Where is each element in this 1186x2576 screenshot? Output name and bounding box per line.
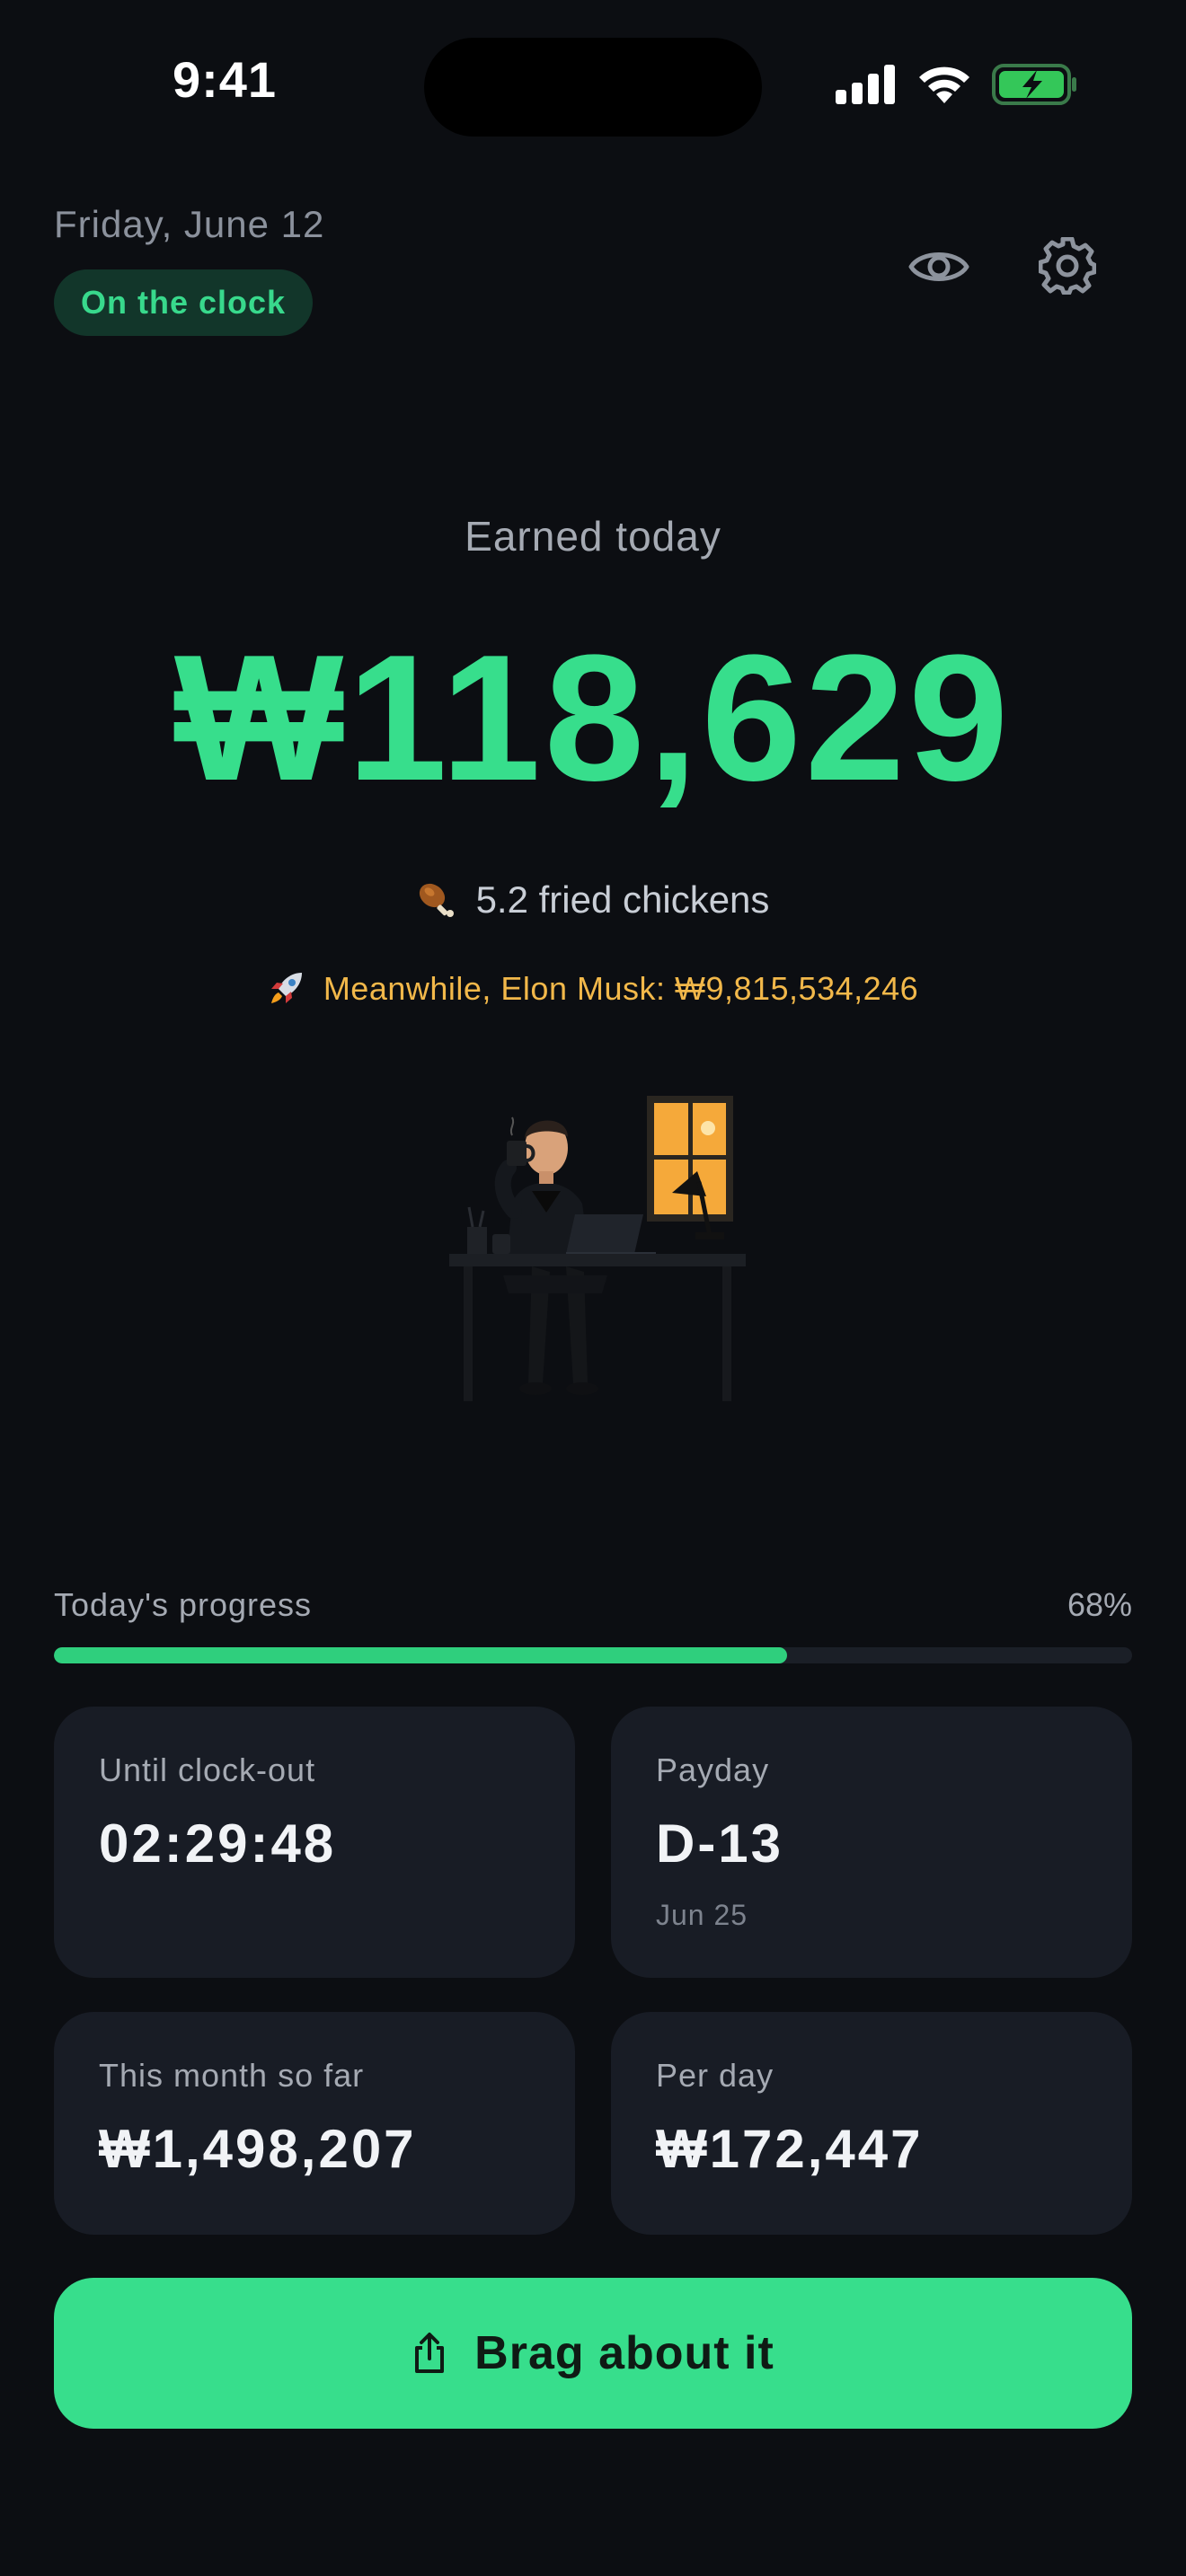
desk-illustration — [449, 1096, 746, 1401]
eye-icon — [908, 252, 969, 281]
month-so-far-label: This month so far — [99, 2057, 365, 2094]
progress-label: Today's progress — [54, 1586, 313, 1623]
wifi-icon — [919, 66, 969, 103]
status-icons — [836, 57, 1078, 111]
per-day-label: Per day — [656, 2057, 774, 2094]
month-so-far-value: ₩1,498,207 — [99, 2119, 417, 2179]
battery-charging-icon — [992, 64, 1076, 105]
clock-out-card: Until clock-out 02:29:48 — [54, 1707, 575, 1978]
share-icon — [415, 2333, 445, 2373]
chicken-leg-icon — [419, 883, 454, 917]
progress-bar-fill — [54, 1647, 787, 1663]
per-day-card: Per day ₩172,447 — [611, 2012, 1132, 2235]
status-badge: On the clock — [54, 269, 314, 336]
payday-label: Payday — [656, 1751, 770, 1788]
dynamic-island — [424, 38, 762, 137]
brag-button[interactable]: Brag about it — [54, 2278, 1132, 2429]
musk-text: Meanwhile, Elon Musk: ₩9,815,534,246 — [323, 970, 919, 1007]
chicken-equivalent: 5.2 fried chickens — [0, 878, 1186, 922]
status-time: 9:41 — [172, 51, 278, 108]
payday-card: Payday D-13 Jun 25 — [611, 1707, 1132, 1978]
cellular-signal-icon — [836, 65, 895, 104]
rocket-icon — [270, 973, 302, 1003]
clock-out-label: Until clock-out — [99, 1751, 316, 1788]
month-so-far-card: This month so far ₩1,498,207 — [54, 2012, 575, 2235]
gear-icon — [1039, 237, 1096, 295]
clock-out-value: 02:29:48 — [99, 1813, 337, 1874]
settings-button[interactable] — [1031, 230, 1103, 302]
chicken-text: 5.2 fried chickens — [475, 878, 770, 921]
payday-value: D-13 — [656, 1813, 784, 1874]
musk-comparison: Meanwhile, Elon Musk: ₩9,815,534,246 — [0, 970, 1186, 1008]
brag-button-label: Brag about it — [474, 2327, 774, 2379]
payday-date: Jun 25 — [656, 1899, 748, 1931]
progress-bar — [54, 1647, 1132, 1663]
per-day-value: ₩172,447 — [656, 2119, 924, 2179]
toggle-visibility-button[interactable] — [898, 235, 979, 298]
current-date: Friday, June 12 — [54, 203, 325, 245]
progress-percent: 68% — [1067, 1586, 1132, 1623]
earned-amount: ₩118,629 — [173, 618, 1013, 818]
earned-today-label: Earned today — [465, 513, 721, 560]
